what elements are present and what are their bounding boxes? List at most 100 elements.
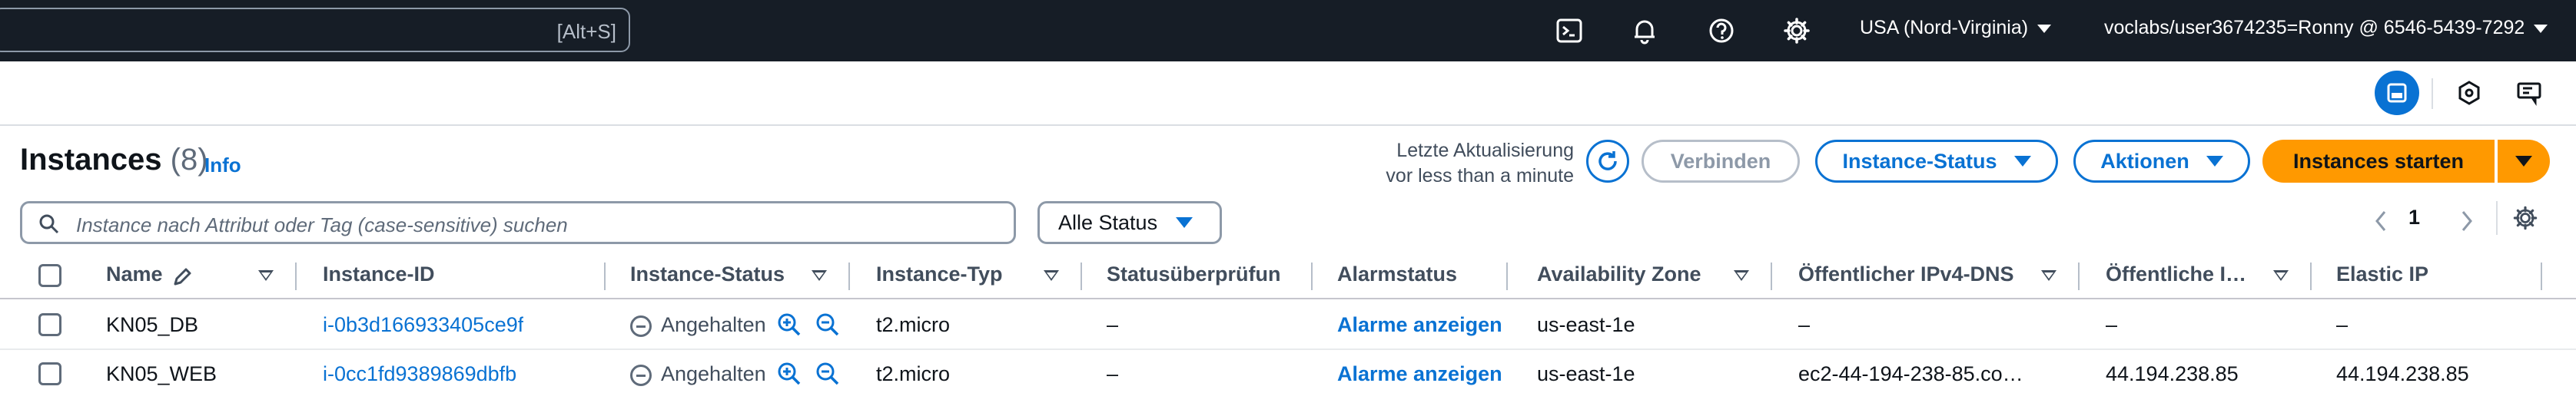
connect-button[interactable]: Verbinden bbox=[1642, 140, 1800, 183]
cell-instance-id[interactable]: i-0cc1fd9389869dbfb bbox=[323, 362, 516, 386]
cell-alarm-link[interactable]: Alarme anzeigen bbox=[1337, 313, 1502, 337]
filter-placeholder: Instance nach Attribut oder Tag (case-se… bbox=[76, 213, 568, 236]
page-title-text: Instances bbox=[20, 143, 162, 177]
cell-alarm-link[interactable]: Alarme anzeigen bbox=[1337, 362, 1502, 386]
row-checkbox[interactable] bbox=[38, 313, 61, 336]
cell-public-dns: ec2-44-194-238-85.co… bbox=[1798, 362, 2023, 385]
zoom-in-icon[interactable] bbox=[776, 361, 802, 387]
column-header-availability-zone[interactable]: Availability Zone bbox=[1537, 263, 1701, 286]
last-update-label: Letzte Aktualisierung bbox=[1396, 140, 1574, 161]
table-header: Name Instance-ID Instance-Status Instanc… bbox=[0, 253, 2576, 299]
column-header-instance-status[interactable]: Instance-Status bbox=[630, 263, 785, 286]
column-resizer[interactable] bbox=[2310, 263, 2312, 290]
bell-icon[interactable] bbox=[1628, 14, 1661, 48]
panel-toggle-button[interactable] bbox=[2375, 71, 2419, 115]
last-update-info: Letzte Aktualisierung vor less than a mi… bbox=[1260, 138, 1574, 189]
toolbar-divider bbox=[2432, 78, 2433, 109]
column-resizer[interactable] bbox=[2541, 263, 2542, 290]
sort-caret-icon[interactable] bbox=[2273, 270, 2289, 281]
select-all-checkbox[interactable] bbox=[38, 264, 61, 287]
current-page[interactable]: 1 bbox=[2408, 206, 2420, 230]
connect-label: Verbinden bbox=[1670, 149, 1771, 173]
zoom-out-icon[interactable] bbox=[815, 361, 841, 387]
top-navigation-bar: [Alt+S] USA (Nord-Virginia) voclabs/user… bbox=[0, 0, 2576, 61]
cell-instance-id[interactable]: i-0b3d166933405ce9f bbox=[323, 313, 523, 337]
sort-caret-icon[interactable] bbox=[812, 270, 827, 281]
chevron-left-icon bbox=[2375, 211, 2386, 231]
secondary-toolbar bbox=[0, 61, 2576, 126]
help-icon[interactable] bbox=[1705, 14, 1738, 48]
status-filter-select[interactable]: Alle Status bbox=[1037, 201, 1222, 244]
chevron-down-icon bbox=[2515, 156, 2532, 167]
chevron-down-icon bbox=[2037, 24, 2052, 33]
security-panel-button[interactable] bbox=[2447, 71, 2491, 115]
feedback-icon bbox=[2517, 82, 2541, 106]
column-resizer[interactable] bbox=[1506, 263, 1508, 290]
sort-caret-icon[interactable] bbox=[258, 270, 274, 281]
instance-status-dropdown[interactable]: Instance-Status bbox=[1815, 140, 2058, 183]
pencil-icon bbox=[174, 268, 191, 286]
hexagon-icon bbox=[2458, 81, 2480, 105]
chevron-down-icon bbox=[1176, 217, 1193, 228]
table-row[interactable]: KN05_WEB i-0cc1fd9389869dbfb Angehalten … bbox=[0, 350, 2576, 393]
region-selector[interactable]: USA (Nord-Virginia) bbox=[1860, 17, 2052, 39]
account-label: voclabs/user3674235=Ronny @ 6546-5439-72… bbox=[2104, 17, 2525, 38]
feedback-panel-button[interactable] bbox=[2507, 71, 2551, 115]
info-link[interactable]: Info bbox=[204, 154, 241, 177]
zoom-in-icon[interactable] bbox=[776, 312, 802, 338]
cell-instance-state: Angehalten bbox=[661, 362, 766, 385]
table-row[interactable]: KN05_DB i-0b3d166933405ce9f Angehalten t… bbox=[0, 301, 2576, 350]
instance-filter-input[interactable]: Instance nach Attribut oder Tag (case-se… bbox=[20, 201, 1016, 244]
cell-status-check: – bbox=[1107, 313, 1119, 336]
column-resizer[interactable] bbox=[1771, 263, 1772, 290]
cell-instance-type: t2.micro bbox=[876, 313, 951, 336]
column-resizer[interactable] bbox=[2078, 263, 2080, 290]
global-search-input[interactable]: [Alt+S] bbox=[0, 8, 630, 52]
search-icon bbox=[39, 214, 59, 234]
cell-name: KN05_WEB bbox=[106, 362, 217, 385]
column-header-public-ip[interactable]: Öffentliche I… bbox=[2106, 263, 2267, 286]
launch-instances-button[interactable]: Instances starten bbox=[2262, 140, 2495, 183]
sort-caret-icon[interactable] bbox=[1734, 270, 1749, 281]
instance-count: (8) bbox=[170, 143, 208, 177]
cell-public-ip: 44.194.238.85 bbox=[2106, 362, 2239, 385]
gear-icon[interactable] bbox=[1780, 14, 1814, 48]
actions-dropdown[interactable]: Aktionen bbox=[2073, 140, 2250, 183]
region-label: USA (Nord-Virginia) bbox=[1860, 17, 2029, 38]
column-header-status-check[interactable]: Statusüberprüfun bbox=[1107, 263, 1290, 286]
cell-availability-zone: us-east-1e bbox=[1537, 362, 1635, 385]
previous-page-button[interactable] bbox=[2367, 204, 2395, 238]
account-menu[interactable]: voclabs/user3674235=Ronny @ 6546-5439-72… bbox=[2104, 17, 2548, 39]
cell-elastic-ip: – bbox=[2336, 313, 2349, 336]
status-filter-value: Alle Status bbox=[1058, 210, 1158, 234]
row-checkbox[interactable] bbox=[38, 362, 61, 385]
column-resizer[interactable] bbox=[1081, 263, 1082, 290]
column-header-public-dns[interactable]: Öffentlicher IPv4-DNS bbox=[1798, 263, 2014, 286]
next-page-button[interactable] bbox=[2453, 204, 2481, 238]
stopped-status-icon bbox=[630, 365, 652, 386]
panel-icon bbox=[2387, 83, 2407, 103]
cell-instance-type: t2.micro bbox=[876, 362, 951, 385]
cloudshell-icon[interactable] bbox=[1552, 14, 1586, 48]
column-header-alarm-status[interactable]: Alarmstatus bbox=[1337, 263, 1457, 286]
cell-name: KN05_DB bbox=[106, 313, 199, 336]
pagination-divider bbox=[2496, 201, 2498, 235]
page-title: Instances (8) bbox=[20, 143, 208, 177]
table-preferences-button[interactable] bbox=[2510, 203, 2547, 239]
column-resizer[interactable] bbox=[604, 263, 606, 290]
column-resizer[interactable] bbox=[295, 263, 297, 290]
sort-caret-icon[interactable] bbox=[2041, 270, 2056, 281]
launch-instances-dropdown[interactable] bbox=[2498, 140, 2550, 183]
gear-icon bbox=[2513, 206, 2538, 230]
column-resizer[interactable] bbox=[1311, 263, 1313, 290]
column-resizer[interactable] bbox=[848, 263, 850, 290]
column-header-elastic-ip[interactable]: Elastic IP bbox=[2336, 263, 2428, 286]
column-header-instance-type[interactable]: Instance-Typ bbox=[876, 263, 1003, 286]
chevron-right-icon bbox=[2461, 211, 2472, 231]
chevron-down-icon bbox=[2534, 24, 2548, 33]
zoom-out-icon[interactable] bbox=[815, 312, 841, 338]
refresh-button[interactable] bbox=[1586, 140, 1629, 183]
column-header-instance-id[interactable]: Instance-ID bbox=[323, 263, 435, 286]
column-header-name[interactable]: Name bbox=[106, 263, 163, 286]
sort-caret-icon[interactable] bbox=[1044, 270, 1059, 281]
